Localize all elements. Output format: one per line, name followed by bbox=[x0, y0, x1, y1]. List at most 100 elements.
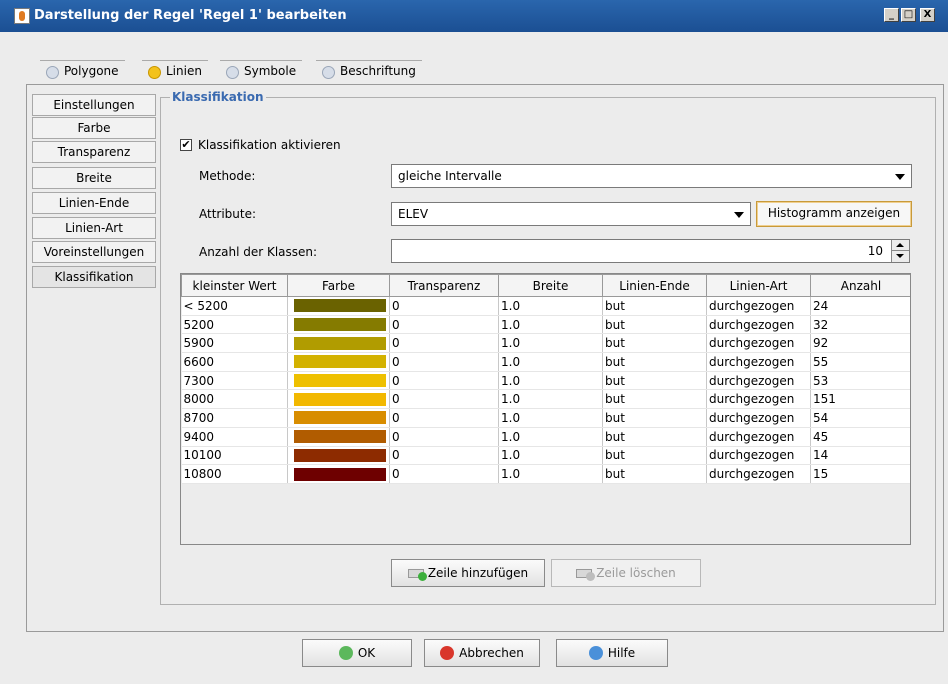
cell-width[interactable]: 1.0 bbox=[498, 315, 603, 335]
cell-width[interactable]: 1.0 bbox=[498, 333, 603, 354]
cell-style[interactable]: durchgezogen bbox=[706, 296, 811, 316]
column-header[interactable]: kleinster Wert bbox=[181, 274, 288, 297]
class-count-spinner[interactable]: 10 bbox=[391, 239, 910, 263]
help-button[interactable]: Hilfe bbox=[556, 639, 668, 667]
cell-transparency[interactable]: 0 bbox=[389, 464, 499, 484]
cell-min[interactable]: 9400 bbox=[181, 427, 288, 447]
cell-end[interactable]: but bbox=[602, 352, 707, 372]
cell-transparency[interactable]: 0 bbox=[389, 296, 499, 316]
cell-end[interactable]: but bbox=[602, 389, 707, 410]
cell-style[interactable]: durchgezogen bbox=[706, 352, 811, 372]
cell-min[interactable]: 8000 bbox=[181, 389, 288, 410]
table-row[interactable]: 8700 0 1.0 but durchgezogen 54 bbox=[181, 408, 910, 428]
cell-width[interactable]: 1.0 bbox=[498, 352, 603, 372]
color-cell[interactable] bbox=[287, 333, 390, 354]
cell-min[interactable]: 7300 bbox=[181, 371, 288, 391]
cell-end[interactable]: but bbox=[602, 371, 707, 391]
cell-width[interactable]: 1.0 bbox=[498, 427, 603, 447]
color-cell[interactable] bbox=[287, 352, 390, 372]
spinner-up-arrow-icon[interactable] bbox=[891, 240, 909, 251]
tab-linien[interactable]: Linien bbox=[142, 60, 208, 84]
cell-min[interactable]: < 5200 bbox=[181, 296, 288, 316]
cell-end[interactable]: but bbox=[602, 333, 707, 354]
cell-style[interactable]: durchgezogen bbox=[706, 389, 811, 410]
cell-count[interactable]: 53 bbox=[810, 371, 910, 391]
cell-transparency[interactable]: 0 bbox=[389, 408, 499, 428]
cell-style[interactable]: durchgezogen bbox=[706, 315, 811, 335]
cell-end[interactable]: but bbox=[602, 446, 707, 466]
sidebar-item-transparenz[interactable]: Transparenz bbox=[32, 141, 156, 163]
cell-count[interactable]: 24 bbox=[810, 296, 910, 316]
cell-count[interactable]: 54 bbox=[810, 408, 910, 428]
cell-count[interactable]: 32 bbox=[810, 315, 910, 335]
tab-symbole[interactable]: Symbole bbox=[220, 60, 303, 84]
color-cell[interactable] bbox=[287, 427, 390, 447]
close-button[interactable]: X bbox=[920, 8, 935, 22]
cancel-button[interactable]: Abbrechen bbox=[424, 639, 540, 667]
cell-count[interactable]: 45 bbox=[810, 427, 910, 447]
cell-style[interactable]: durchgezogen bbox=[706, 408, 811, 428]
cell-min[interactable]: 5200 bbox=[181, 315, 288, 335]
table-row[interactable]: 9400 0 1.0 but durchgezogen 45 bbox=[181, 427, 910, 447]
column-header[interactable]: Linien-Ende bbox=[602, 274, 707, 297]
cell-width[interactable]: 1.0 bbox=[498, 371, 603, 391]
cell-width[interactable]: 1.0 bbox=[498, 408, 603, 428]
cell-style[interactable]: durchgezogen bbox=[706, 464, 811, 484]
column-header[interactable]: Linien-Art bbox=[706, 274, 811, 297]
color-cell[interactable] bbox=[287, 371, 390, 391]
column-header[interactable]: Farbe bbox=[287, 274, 390, 297]
tab-beschriftung[interactable]: Beschriftung bbox=[316, 60, 422, 84]
method-select[interactable]: gleiche Intervalle bbox=[391, 164, 912, 188]
sidebar-item-farbe[interactable]: Farbe bbox=[32, 117, 156, 139]
sidebar-item-linien-ende[interactable]: Linien-Ende bbox=[32, 192, 156, 214]
attribute-select[interactable]: ELEV bbox=[391, 202, 751, 226]
cell-end[interactable]: but bbox=[602, 464, 707, 484]
cell-end[interactable]: but bbox=[602, 408, 707, 428]
cell-end[interactable]: but bbox=[602, 315, 707, 335]
maximize-button[interactable]: □ bbox=[901, 8, 916, 22]
cell-transparency[interactable]: 0 bbox=[389, 315, 499, 335]
color-cell[interactable] bbox=[287, 389, 390, 410]
sidebar-item-einstellungen[interactable]: Einstellungen bbox=[32, 94, 156, 116]
cell-count[interactable]: 55 bbox=[810, 352, 910, 372]
table-row[interactable]: < 5200 0 1.0 but durchgezogen 24 bbox=[181, 296, 910, 316]
sidebar-item-voreinstellungen[interactable]: Voreinstellungen bbox=[32, 241, 156, 263]
tab-polygone[interactable]: Polygone bbox=[40, 60, 125, 84]
sidebar-item-linien-art[interactable]: Linien-Art bbox=[32, 217, 156, 239]
table-row[interactable]: 5200 0 1.0 but durchgezogen 32 bbox=[181, 315, 910, 335]
color-cell[interactable] bbox=[287, 446, 390, 466]
cell-width[interactable]: 1.0 bbox=[498, 464, 603, 484]
cell-style[interactable]: durchgezogen bbox=[706, 333, 811, 354]
cell-count[interactable]: 14 bbox=[810, 446, 910, 466]
cell-width[interactable]: 1.0 bbox=[498, 389, 603, 410]
cell-style[interactable]: durchgezogen bbox=[706, 427, 811, 447]
table-row[interactable]: 8000 0 1.0 but durchgezogen 151 bbox=[181, 389, 910, 410]
cell-count[interactable]: 92 bbox=[810, 333, 910, 354]
cell-style[interactable]: durchgezogen bbox=[706, 371, 811, 391]
sidebar-item-breite[interactable]: Breite bbox=[32, 167, 156, 189]
cell-min[interactable]: 8700 bbox=[181, 408, 288, 428]
cell-end[interactable]: but bbox=[602, 427, 707, 447]
ok-button[interactable]: OK bbox=[302, 639, 412, 667]
cell-min[interactable]: 10800 bbox=[181, 464, 288, 484]
color-cell[interactable] bbox=[287, 296, 390, 316]
minimize-button[interactable]: _ bbox=[884, 8, 899, 22]
table-row[interactable]: 10100 0 1.0 but durchgezogen 14 bbox=[181, 446, 910, 466]
color-cell[interactable] bbox=[287, 464, 390, 484]
table-row[interactable]: 6600 0 1.0 but durchgezogen 55 bbox=[181, 352, 910, 372]
show-histogram-button[interactable]: Histogramm anzeigen bbox=[756, 201, 912, 227]
table-row[interactable]: 7300 0 1.0 but durchgezogen 53 bbox=[181, 371, 910, 391]
color-cell[interactable] bbox=[287, 315, 390, 335]
column-header[interactable]: Anzahl bbox=[810, 274, 910, 297]
cell-style[interactable]: durchgezogen bbox=[706, 446, 811, 466]
table-row[interactable]: 10800 0 1.0 but durchgezogen 15 bbox=[181, 464, 910, 484]
cell-transparency[interactable]: 0 bbox=[389, 333, 499, 354]
spinner-down-arrow-icon[interactable] bbox=[891, 251, 909, 262]
enable-classification-checkbox[interactable]: ✔ bbox=[180, 139, 192, 151]
cell-min[interactable]: 6600 bbox=[181, 352, 288, 372]
column-header[interactable]: Breite bbox=[498, 274, 603, 297]
color-cell[interactable] bbox=[287, 408, 390, 428]
cell-transparency[interactable]: 0 bbox=[389, 427, 499, 447]
cell-transparency[interactable]: 0 bbox=[389, 446, 499, 466]
cell-transparency[interactable]: 0 bbox=[389, 389, 499, 410]
